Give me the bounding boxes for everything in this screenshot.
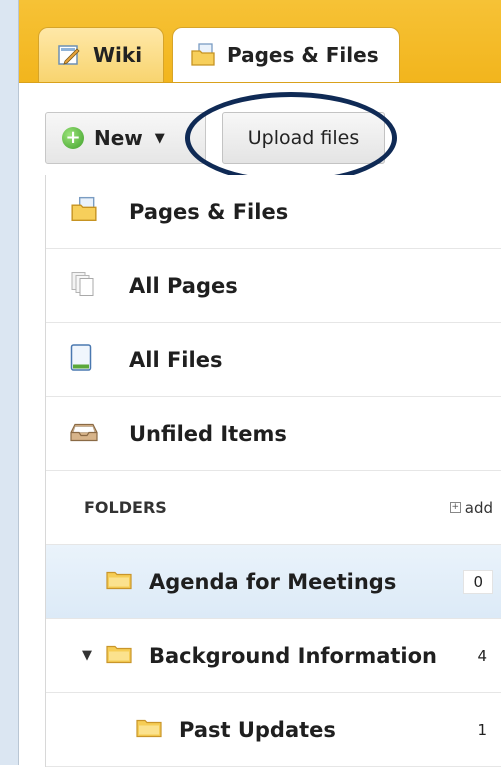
folder-count: 4 [477,646,487,665]
folder-item-agenda-for-meetings[interactable]: Agenda for Meetings 0 [46,545,501,619]
folder-icon [136,717,162,742]
nav-item-unfiled-items[interactable]: Unfiled Items [46,397,501,471]
folder-item-background-information[interactable]: ▼ Background Information 4 [46,619,501,693]
folder-item-past-updates[interactable]: Past Updates 1 [46,693,501,767]
folder-label: Past Updates [179,717,336,742]
wiki-edit-icon [55,41,83,69]
folders-heading: FOLDERS [84,498,167,517]
plus-icon: + [449,502,461,513]
nav-item-pages-files[interactable]: Pages & Files [46,175,501,249]
nav-item-all-pages[interactable]: All Pages [46,249,501,323]
tab-pages-files-label: Pages & Files [227,43,379,67]
pages-files-icon [70,196,98,227]
folder-label: Background Information [149,643,438,668]
folder-icon [106,643,132,668]
plus-icon: + [62,127,84,149]
upload-files-label: Upload files [247,127,360,149]
new-button-label: New [94,126,143,150]
tab-wiki-label: Wiki [93,43,143,67]
folder-label: Agenda for Meetings [149,569,397,594]
tab-pages-files[interactable]: Pages & Files [172,27,400,82]
new-button[interactable]: + New ▼ [45,112,206,164]
toolbar: + New ▼ Upload files [19,83,501,175]
add-folder-link[interactable]: + add [449,498,493,517]
chevron-down-icon: ▼ [154,130,165,146]
nav-item-label: All Pages [129,273,238,298]
pages-files-icon [189,41,217,69]
expand-triangle-icon[interactable]: ▼ [82,648,92,663]
folder-icon [106,569,132,594]
nav-item-all-files[interactable]: All Files [46,323,501,397]
all-pages-icon [70,270,96,301]
nav-list: Pages & Files All Pages All Files Unfile… [45,175,501,767]
add-folder-label: add [464,498,493,517]
nav-item-label: Pages & Files [129,199,289,224]
folder-count: 0 [463,569,493,594]
folders-header: FOLDERS + add [46,471,501,545]
inbox-tray-icon [70,420,98,447]
tab-wiki[interactable]: Wiki [38,27,164,82]
upload-files-button[interactable]: Upload files [222,112,385,164]
file-icon [70,343,92,376]
nav-item-label: Unfiled Items [129,421,287,446]
nav-item-label: All Files [129,347,223,372]
folder-count: 1 [477,720,487,739]
